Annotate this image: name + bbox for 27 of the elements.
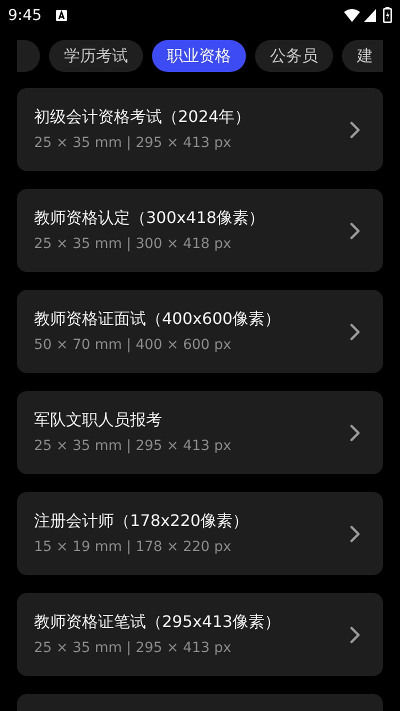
- tab[interactable]: 职业资格: [152, 40, 246, 72]
- list-card[interactable]: 初级会计资格考试（2024年） 25 × 35 mm | 295 × 413 px: [17, 88, 383, 171]
- card-subtitle: 50 × 70 mm | 400 × 600 px: [34, 336, 232, 355]
- list-card[interactable]: 教师资格认定（300x418像素） 25 × 35 mm | 300 × 418 px: [17, 189, 383, 272]
- card-subtitle: 15 × 19 mm | 178 × 220 px: [34, 538, 232, 557]
- card-title: 教师资格证笔试（295x413像素）: [34, 611, 282, 633]
- status-time: 9:45: [8, 4, 42, 26]
- wifi-icon: [344, 8, 360, 22]
- battery-icon: [383, 7, 392, 23]
- list-card[interactable]: 军队文职人员报考 25 × 35 mm | 295 × 413 px: [17, 391, 383, 474]
- list-card[interactable]: 教师资格证笔试（295x413像素） 25 × 35 mm | 295 × 413 px: [17, 593, 383, 676]
- card-subtitle: 25 × 35 mm | 300 × 418 px: [34, 235, 232, 254]
- card-subtitle: 25 × 35 mm | 295 × 413 px: [34, 437, 232, 456]
- tab[interactable]: 建: [342, 40, 383, 72]
- signal-icon: [364, 8, 376, 22]
- card-title: 注册会计师（178x220像素）: [34, 510, 250, 532]
- card-subtitle: 25 × 35 mm | 295 × 413 px: [34, 639, 232, 658]
- card-title: 初级会计资格考试（2024年）: [34, 106, 252, 128]
- list-card[interactable]: 教师资格证面试（400x600像素） 50 × 70 mm | 400 × 600 px: [17, 290, 383, 373]
- card-title: 教师资格证面试（400x600像素）: [34, 308, 282, 330]
- card-title: 教师资格认定（300x418像素）: [34, 207, 266, 229]
- card-title: 军队文职人员报考: [34, 409, 163, 431]
- notification-icon: [56, 10, 67, 20]
- tab[interactable]: 学历考试: [49, 40, 143, 72]
- card-subtitle: 25 × 35 mm | 295 × 413 px: [34, 134, 232, 153]
- tab[interactable]: 公务员: [255, 40, 333, 72]
- list-card[interactable]: 注册会计师（178x220像素） 15 × 19 mm | 178 × 220 px: [17, 492, 383, 575]
